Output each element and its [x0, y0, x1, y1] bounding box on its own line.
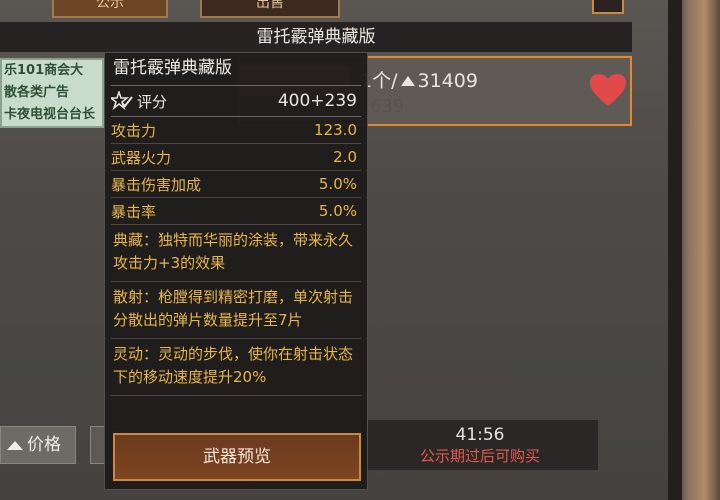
stat-row: 武器火力 2.0 — [111, 144, 361, 171]
stat-value: 5.0% — [318, 202, 357, 220]
sub-value: 639 — [370, 96, 405, 117]
coin-icon — [400, 76, 415, 86]
rating-star-icon — [111, 91, 133, 111]
price-value: 31409 — [417, 70, 478, 92]
perk-description: 灵动：灵动的步伐，使你在射击状态下的移动速度提升20% — [111, 339, 361, 396]
perk-description: 散射：枪膛得到精密打磨，单次射击分散出的弹片数量提升至7片 — [111, 282, 361, 339]
stat-row: 暴击伤害加成 5.0% — [111, 171, 361, 198]
price-sort-label: 价格 — [27, 435, 61, 455]
record-icon[interactable] — [592, 0, 624, 14]
perk-description: 典藏：独特而华丽的涂装，带来永久攻击力+3的效果 — [111, 225, 361, 282]
countdown-note: 公示期过后可购买 — [419, 447, 540, 465]
item-tooltip: 雷托霰弹典藏版 评分 400+239 攻击力 123.0 武器火力 2.0 暴击… — [104, 52, 368, 490]
stat-label: 攻击力 — [111, 121, 157, 140]
stat-label: 暴击率 — [111, 202, 157, 221]
score-value: 400+239 — [277, 91, 357, 111]
price-sort-button[interactable]: 价格 — [0, 426, 76, 464]
ad-line: 卡夜电视台台长 — [4, 107, 96, 122]
stat-row: 暴击率 5.0% — [111, 198, 361, 225]
stat-row: 攻击力 123.0 — [111, 117, 361, 144]
sort-up-icon — [7, 441, 23, 450]
stat-value: 5.0% — [318, 175, 357, 193]
tab-sell[interactable]: 出售 — [200, 0, 340, 18]
stat-label: 武器火力 — [111, 148, 172, 167]
tab-public[interactable]: 公示 — [52, 0, 168, 18]
ad-card: 乐101商会大 散各类广告 卡夜电视台台长 — [0, 58, 104, 128]
tooltip-title: 雷托霰弹典藏版 — [113, 58, 232, 78]
ad-line: 散各类广告 — [4, 85, 70, 100]
listing-price: 1个/31409 — [360, 66, 478, 93]
score-row: 评分 400+239 — [111, 85, 361, 117]
countdown: 41:56 — [455, 425, 505, 445]
page-title: 雷托霰弹典藏版 — [0, 22, 632, 52]
stat-value: 2.0 — [333, 148, 357, 166]
weapon-preview-button[interactable]: 武器预览 — [113, 433, 361, 481]
score-label: 评分 — [137, 92, 168, 111]
favorite-heart-icon[interactable] — [588, 72, 628, 108]
stat-value: 123.0 — [314, 121, 357, 139]
stat-label: 暴击伤害加成 — [111, 175, 202, 194]
scene-edge — [668, 0, 720, 500]
timer-panel: 41:56 公示期过后可购买 — [362, 420, 598, 470]
ad-line: 乐101商会大 — [4, 63, 84, 78]
